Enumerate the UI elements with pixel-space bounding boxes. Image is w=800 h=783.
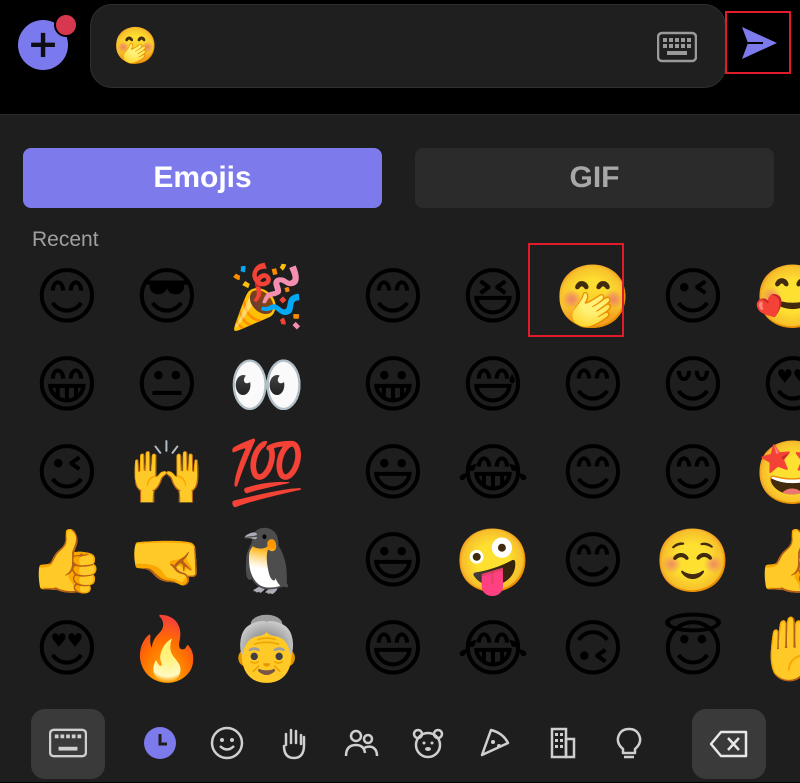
emoji-cell[interactable]: 💯: [217, 429, 317, 517]
emoji-cell[interactable]: 😊: [543, 429, 643, 517]
emoji-cell[interactable]: 😊: [17, 253, 117, 341]
lightbulb-icon[interactable]: [611, 725, 647, 761]
tab-emojis[interactable]: Emojis: [23, 148, 382, 208]
section-label-recent: Recent: [32, 228, 99, 251]
emoji-cell[interactable]: 😀: [343, 341, 443, 429]
emoji-cell[interactable]: 😅: [443, 341, 543, 429]
emoji-cell[interactable]: 😐: [117, 341, 217, 429]
emoji-cell[interactable]: 🤜: [117, 517, 217, 605]
send-icon[interactable]: [739, 23, 779, 63]
emoji-panel: Emojis GIF Recent 😊 😎 🎉 😊 😆 🤭 😉 🥰 😁 😐 👀 😀 😅 😊 😌 😍 😉 🙌 💯 😃 😂 😊…: [0, 114, 800, 782]
emoji-cell[interactable]: 👀: [217, 341, 317, 429]
emoji-cell[interactable]: 😉: [17, 429, 117, 517]
emoji-cell[interactable]: 😉: [643, 253, 743, 341]
emoji-cell[interactable]: 🙃: [543, 605, 643, 693]
keyboard-button[interactable]: [31, 709, 105, 779]
building-icon[interactable]: [544, 725, 580, 761]
emoji-cell[interactable]: 😄: [343, 605, 443, 693]
emoji-cell[interactable]: 😊: [643, 429, 743, 517]
keyboard-icon[interactable]: [657, 29, 697, 65]
emoji-grid: 😊 😎 🎉 😊 😆 🤭 😉 🥰 😁 😐 👀 😀 😅 😊 😌 😍 😉 🙌 💯 😃 😂 😊 😊 🤩 👍 🤜 🐧 😃 🤪 😊 ☺️ 👍 😍 🔥 👵 😄 😂 🙃 😇…: [0, 243, 800, 703]
emoji-cell[interactable]: 🤩: [743, 429, 800, 517]
emoji-cell[interactable]: 😎: [117, 253, 217, 341]
emoji-cell[interactable]: 😇: [643, 605, 743, 693]
emoji-cell[interactable]: 😊: [343, 253, 443, 341]
send-button-highlight: [725, 11, 791, 74]
notification-dot: [54, 13, 78, 37]
emoji-cell[interactable]: 👵: [217, 605, 317, 693]
emoji-cell[interactable]: 👍: [743, 517, 800, 605]
emoji-cell[interactable]: 🐧: [217, 517, 317, 605]
category-bar: [0, 705, 800, 783]
emoji-cell[interactable]: 🤪: [443, 517, 543, 605]
smiley-icon[interactable]: [209, 725, 245, 761]
emoji-cell[interactable]: 🔥: [117, 605, 217, 693]
composer-bar: + 🤭: [0, 0, 800, 114]
message-input-value: 🤭: [113, 26, 158, 67]
emoji-cell[interactable]: 😃: [343, 517, 443, 605]
backspace-icon: [709, 730, 748, 758]
emoji-cell[interactable]: 😍: [17, 605, 117, 693]
emoji-cell[interactable]: 😃: [343, 429, 443, 517]
emoji-cell[interactable]: ☺️: [643, 517, 743, 605]
recent-clock-icon[interactable]: [142, 725, 178, 761]
keyboard-icon: [49, 728, 87, 758]
message-input[interactable]: 🤭: [90, 4, 726, 88]
emoji-cell[interactable]: 😌: [643, 341, 743, 429]
animal-icon[interactable]: [410, 725, 446, 761]
emoji-cell[interactable]: 😂: [443, 605, 543, 693]
emoji-cell[interactable]: 🥰: [743, 253, 800, 341]
emoji-cell[interactable]: 😊: [543, 517, 643, 605]
emoji-cell-selected[interactable]: 🤭: [528, 243, 643, 341]
tab-gif[interactable]: GIF: [415, 148, 774, 208]
emoji-cell[interactable]: 😊: [543, 341, 643, 429]
emoji-cell[interactable]: 😂: [443, 429, 543, 517]
backspace-button[interactable]: [692, 709, 766, 779]
emoji-cell[interactable]: 👍: [17, 517, 117, 605]
emoji-cell[interactable]: 🎉: [217, 253, 317, 341]
emoji-cell[interactable]: 😁: [17, 341, 117, 429]
emoji-cell[interactable]: ✋: [743, 605, 800, 693]
emoji-cell[interactable]: 😍: [743, 341, 800, 429]
food-icon[interactable]: [477, 725, 513, 761]
emoji-cell[interactable]: 🙌: [117, 429, 217, 517]
people-icon[interactable]: [343, 725, 379, 761]
hand-icon[interactable]: [276, 725, 312, 761]
